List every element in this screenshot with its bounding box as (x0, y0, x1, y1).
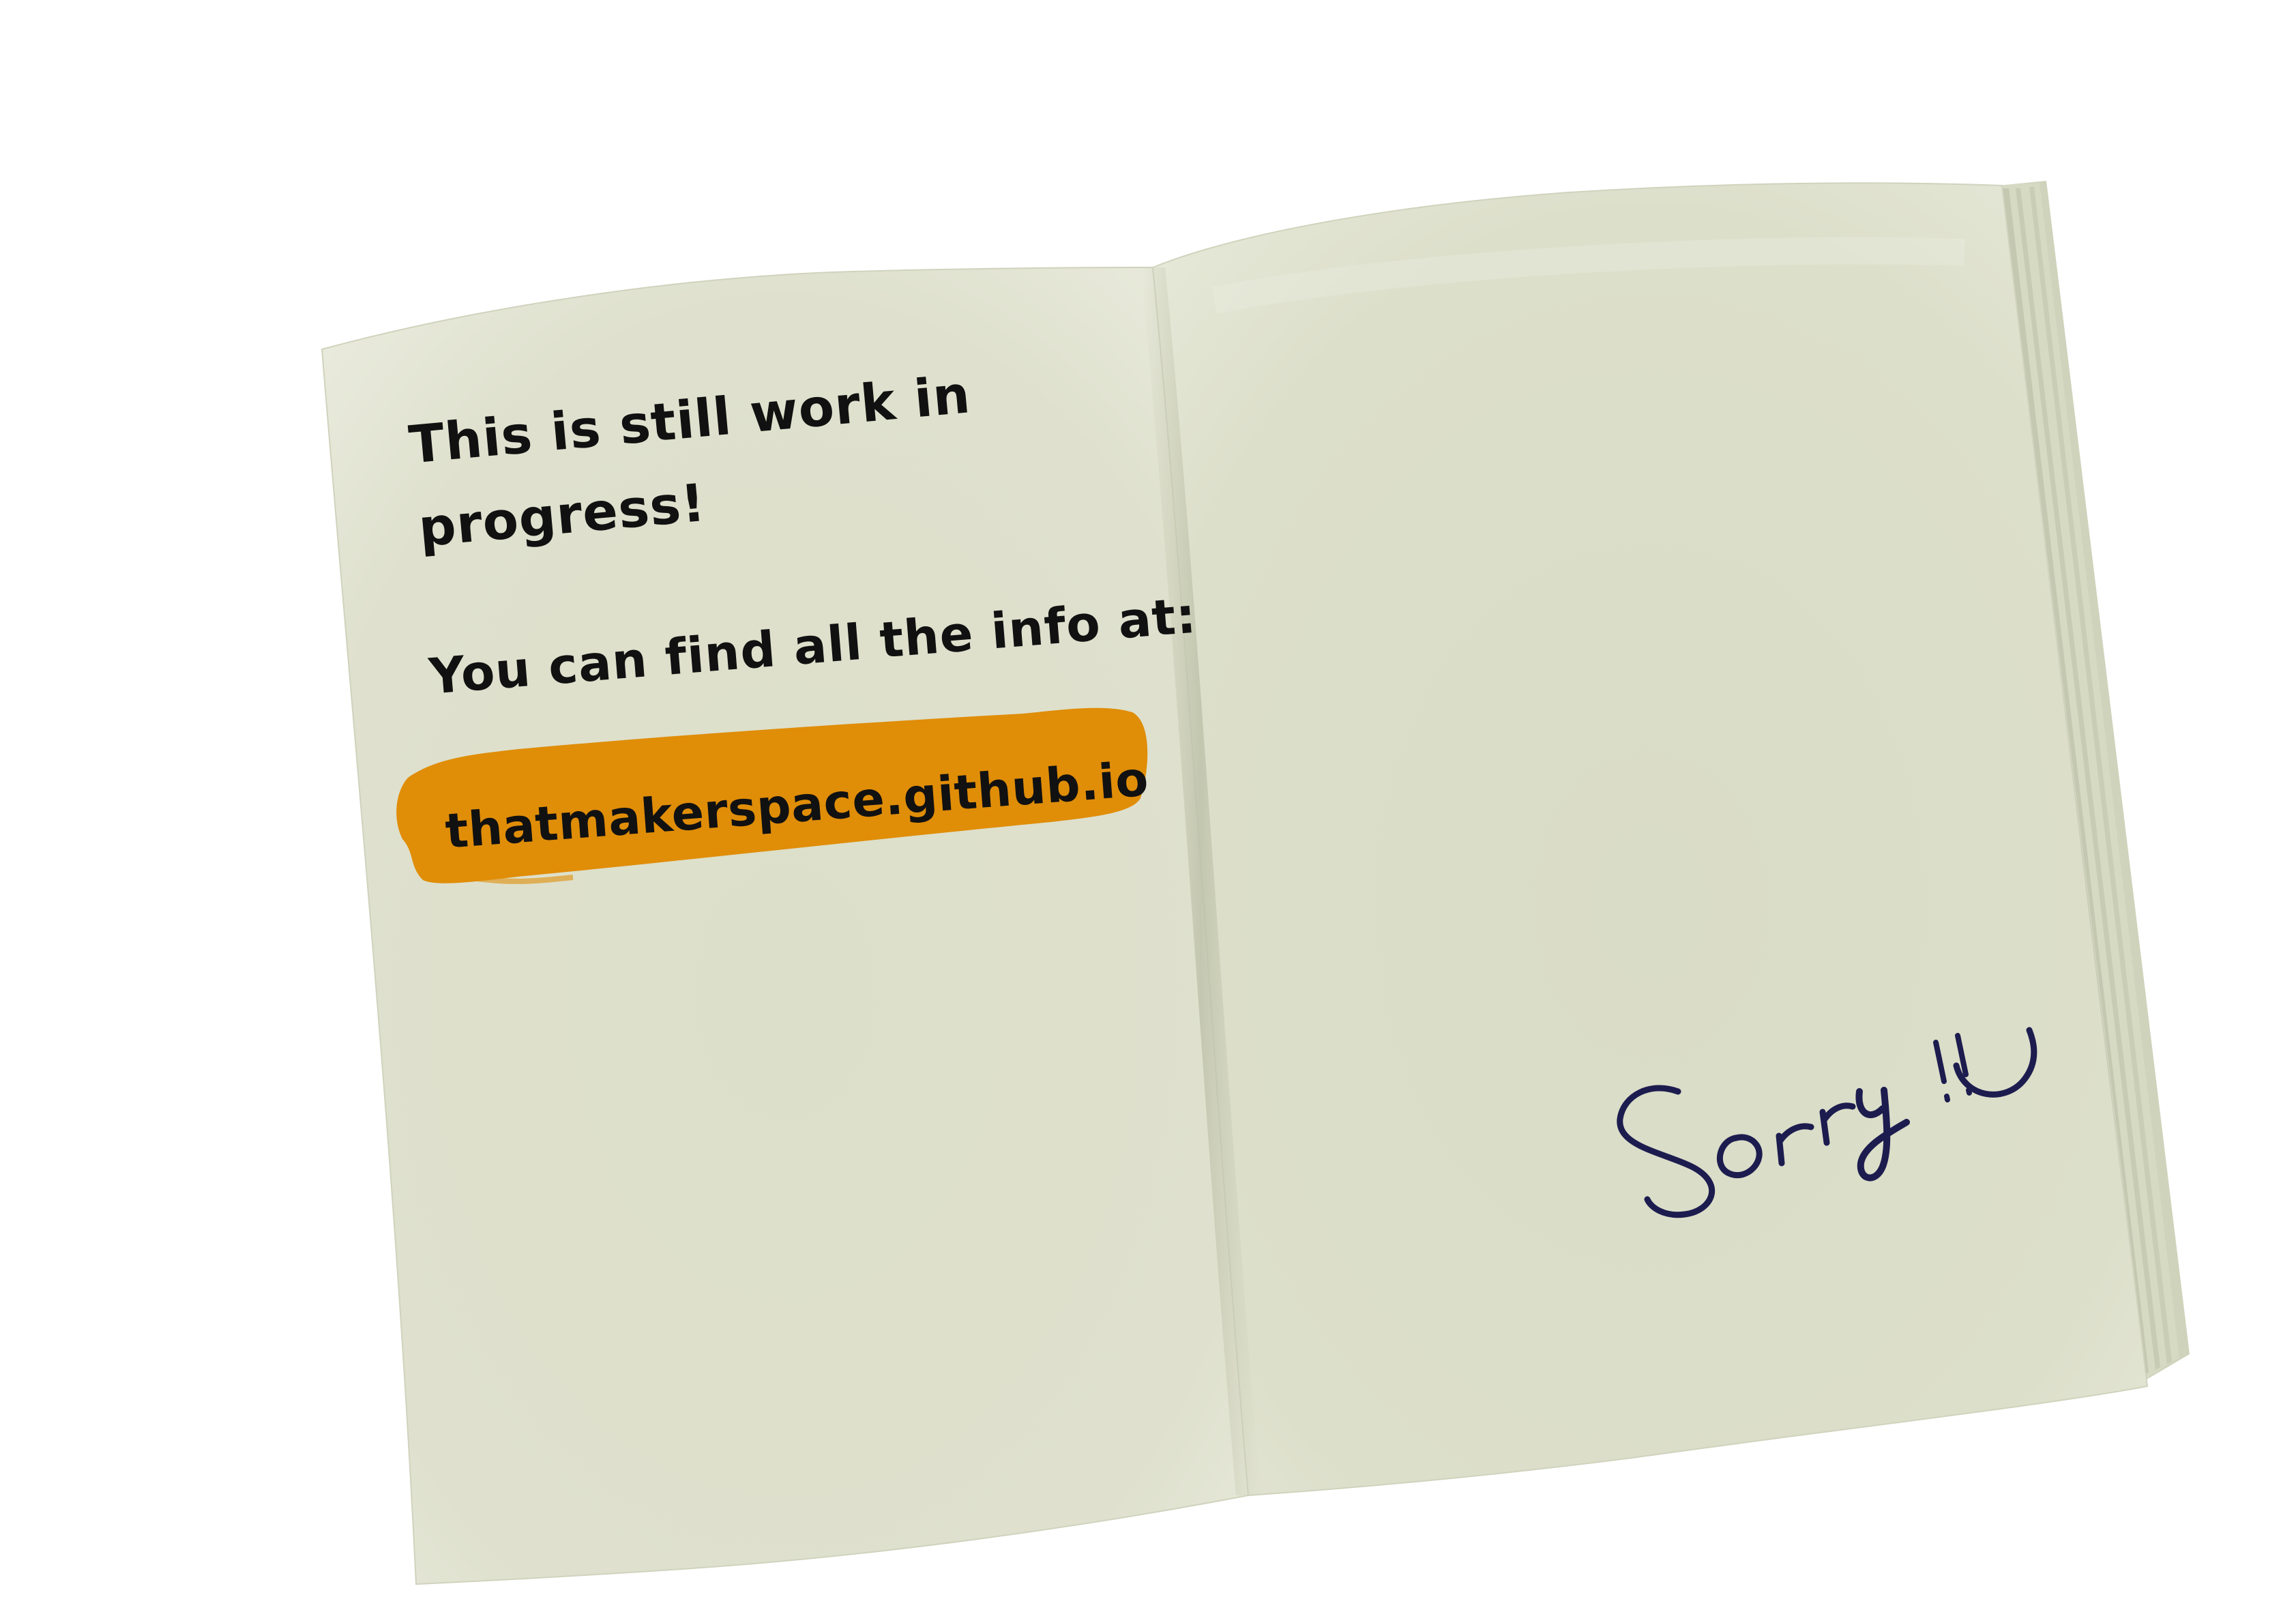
right-page (1151, 182, 2149, 1497)
